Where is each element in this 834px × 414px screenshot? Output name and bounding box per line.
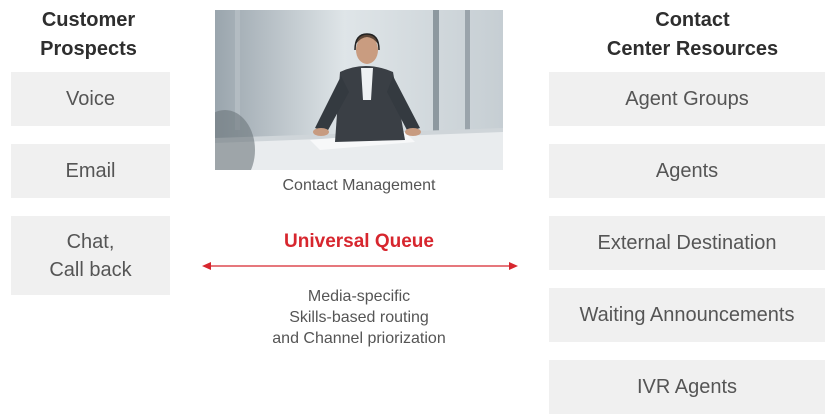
voice-box: Voice — [11, 72, 170, 126]
contact-management-caption: Contact Management — [282, 177, 436, 194]
agents-box: Agents — [549, 144, 825, 198]
bidirectional-arrow — [202, 262, 518, 270]
universal-queue-description: Media-specific Skills-based routing and … — [272, 288, 446, 347]
contact-management-photo — [215, 10, 503, 170]
external-destination-box: External Destination — [549, 216, 825, 270]
universal-queue-title: Universal Queue — [284, 231, 434, 252]
ivr-agents-box: IVR Agents — [549, 360, 825, 414]
waiting-announcements-box: Waiting Announcements — [549, 288, 825, 342]
contact-center-resources-heading: Contact Center Resources — [606, 9, 779, 60]
chat-callback-box: Chat, Call back — [11, 216, 170, 295]
customer-prospects-heading: Customer Prospects — [40, 9, 137, 60]
email-box: Email — [11, 144, 170, 198]
agent-groups-box: Agent Groups — [549, 72, 825, 126]
